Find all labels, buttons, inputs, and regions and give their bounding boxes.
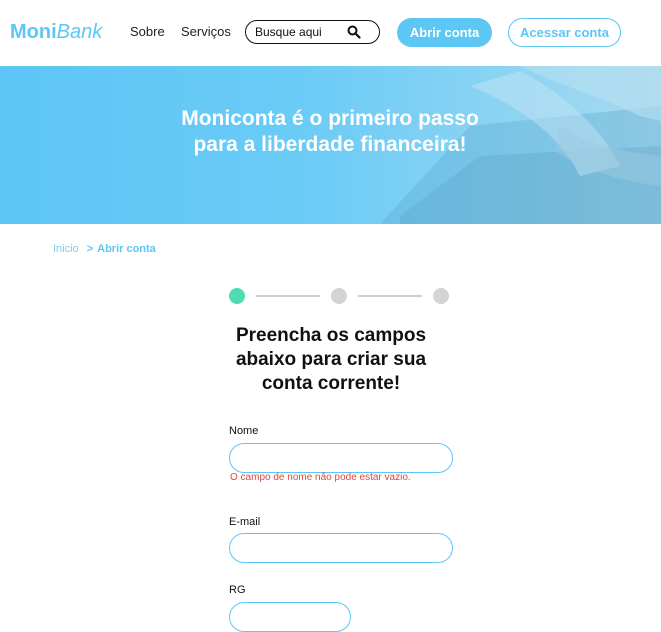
nav-link-sobre[interactable]: Sobre	[130, 24, 165, 39]
breadcrumb-home-link[interactable]: Inicio	[53, 243, 79, 255]
step-connector-1	[256, 295, 320, 297]
breadcrumb-current: Abrir conta	[97, 243, 156, 255]
step-1-indicator	[229, 288, 245, 304]
search-icon[interactable]	[347, 25, 361, 39]
breadcrumb: Inicio > Abrir conta	[53, 243, 156, 255]
nome-label: Nome	[229, 425, 259, 437]
rg-field[interactable]	[229, 602, 351, 632]
rg-label: RG	[229, 584, 246, 596]
breadcrumb-separator: >	[86, 243, 94, 255]
nome-field[interactable]	[229, 443, 453, 473]
access-account-button[interactable]: Acessar conta	[508, 18, 621, 47]
step-2-indicator	[331, 288, 347, 304]
logo-italic-text: Bank	[56, 21, 103, 43]
nome-error-message: O campo de nome não pode estar vazio.	[230, 472, 411, 483]
search-box	[245, 20, 380, 44]
email-field[interactable]	[229, 533, 453, 563]
step-connector-2	[358, 295, 422, 297]
form-title: Preencha os campos abaixo para criar sua…	[235, 325, 427, 394]
search-input[interactable]	[255, 24, 345, 40]
step-3-indicator	[433, 288, 449, 304]
email-label: E-mail	[229, 516, 261, 528]
hero-banner: Moniconta é o primeiro passo para a libe…	[0, 66, 661, 224]
open-account-button[interactable]: Abrir conta	[397, 18, 492, 47]
logo-bold-text: Moni	[10, 21, 57, 43]
site-header: MoniBank Sobre Serviços Abrir conta Aces…	[0, 0, 661, 66]
hero-title: Moniconta é o primeiro passo para a libe…	[181, 107, 479, 156]
monibank-logo[interactable]: MoniBank	[10, 19, 102, 45]
nav-link-servicos[interactable]: Serviços	[181, 24, 231, 39]
